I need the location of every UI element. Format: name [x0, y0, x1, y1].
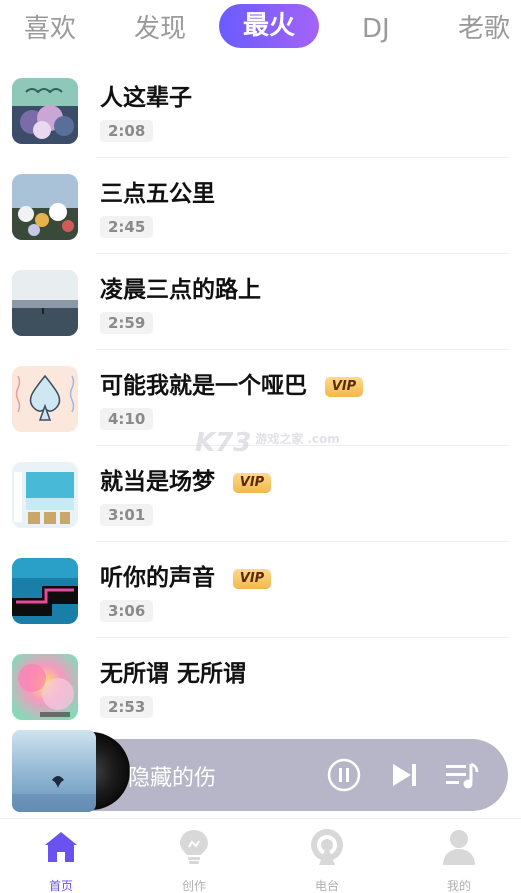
tab-dj[interactable]: DJ: [362, 8, 390, 50]
album-cover: [12, 366, 78, 432]
tab-oldies[interactable]: 老歌: [458, 8, 510, 50]
list-item[interactable]: 就当是场梦 VIP 3:01: [0, 446, 521, 542]
watermark: K73 游戏之家 .com: [195, 428, 340, 458]
song-title: 就当是场梦 VIP: [100, 462, 271, 496]
song-list: 人这辈子 2:08 三点五公里 2:45 凌晨三点的路上 2:59 可能我就是一…: [0, 62, 521, 734]
pause-button[interactable]: [327, 758, 361, 792]
album-cover: [12, 558, 78, 624]
nav-label: 首页: [48, 879, 73, 893]
user-icon: [443, 830, 475, 865]
list-item[interactable]: 凌晨三点的路上 2:59: [0, 254, 521, 350]
next-button[interactable]: [387, 758, 421, 792]
album-cover: [12, 174, 78, 240]
song-title: 三点五公里: [100, 181, 215, 207]
album-art: [12, 730, 96, 812]
tab-discover[interactable]: 发现: [134, 8, 186, 50]
next-icon: [393, 764, 416, 786]
category-tabs: 喜欢 发现 最火 DJ 老歌: [0, 0, 521, 56]
song-duration: 3:01: [100, 504, 154, 526]
album-cover: [12, 462, 78, 528]
nav-label: 我的: [446, 879, 471, 893]
song-duration: 4:10: [100, 408, 154, 430]
list-item[interactable]: 人这辈子 2:08: [0, 62, 521, 158]
list-item[interactable]: 三点五公里 2:45: [0, 158, 521, 254]
watermark-domain: .com: [307, 432, 340, 446]
radio-icon: [311, 829, 343, 865]
list-item[interactable]: 无所谓 无所谓 2:53: [0, 638, 521, 734]
song-title-text: 听你的声音: [100, 565, 215, 591]
song-title: 可能我就是一个哑巴 VIP: [100, 366, 363, 400]
now-playing-cover[interactable]: [12, 730, 130, 812]
song-title-text: 就当是场梦: [100, 469, 215, 495]
song-duration: 2:53: [100, 696, 154, 718]
song-duration: 3:06: [100, 600, 154, 622]
vip-badge: VIP: [325, 377, 363, 397]
song-title: 凌晨三点的路上: [100, 277, 261, 303]
song-duration: 2:45: [100, 216, 154, 238]
playlist-button[interactable]: [444, 758, 479, 792]
playlist-icon: [446, 762, 479, 789]
nav-mine[interactable]: 我的: [419, 827, 499, 893]
nav-label: 创作: [181, 879, 206, 893]
album-cover: [12, 270, 78, 336]
watermark-sub: 游戏之家: [255, 432, 304, 446]
vip-badge: VIP: [233, 473, 271, 493]
song-title: 听你的声音 VIP: [100, 558, 271, 592]
nav-home[interactable]: 首页: [21, 827, 101, 893]
home-icon: [45, 832, 77, 862]
nav-radio[interactable]: 电台: [287, 827, 367, 893]
lightbulb-icon: [180, 830, 208, 864]
list-item[interactable]: 听你的声音 VIP 3:06: [0, 542, 521, 638]
nav-label: 电台: [314, 879, 339, 893]
tab-like[interactable]: 喜欢: [24, 8, 76, 50]
album-cover: [12, 654, 78, 720]
now-playing-title: 隐藏的伤: [128, 766, 217, 791]
vip-badge: VIP: [233, 569, 271, 589]
tab-hottest[interactable]: 最火: [219, 4, 320, 48]
album-cover: [12, 78, 78, 144]
song-title: 无所谓 无所谓: [100, 661, 247, 687]
nav-create[interactable]: 创作: [154, 827, 234, 893]
pause-icon: [327, 758, 361, 792]
song-title: 人这辈子: [100, 85, 192, 111]
watermark-logo: K73: [195, 428, 252, 458]
song-duration: 2:08: [100, 120, 154, 142]
bottom-nav: 首页 创作 电台 我的: [0, 818, 521, 893]
song-title-text: 可能我就是一个哑巴: [100, 373, 307, 399]
song-duration: 2:59: [100, 312, 154, 334]
